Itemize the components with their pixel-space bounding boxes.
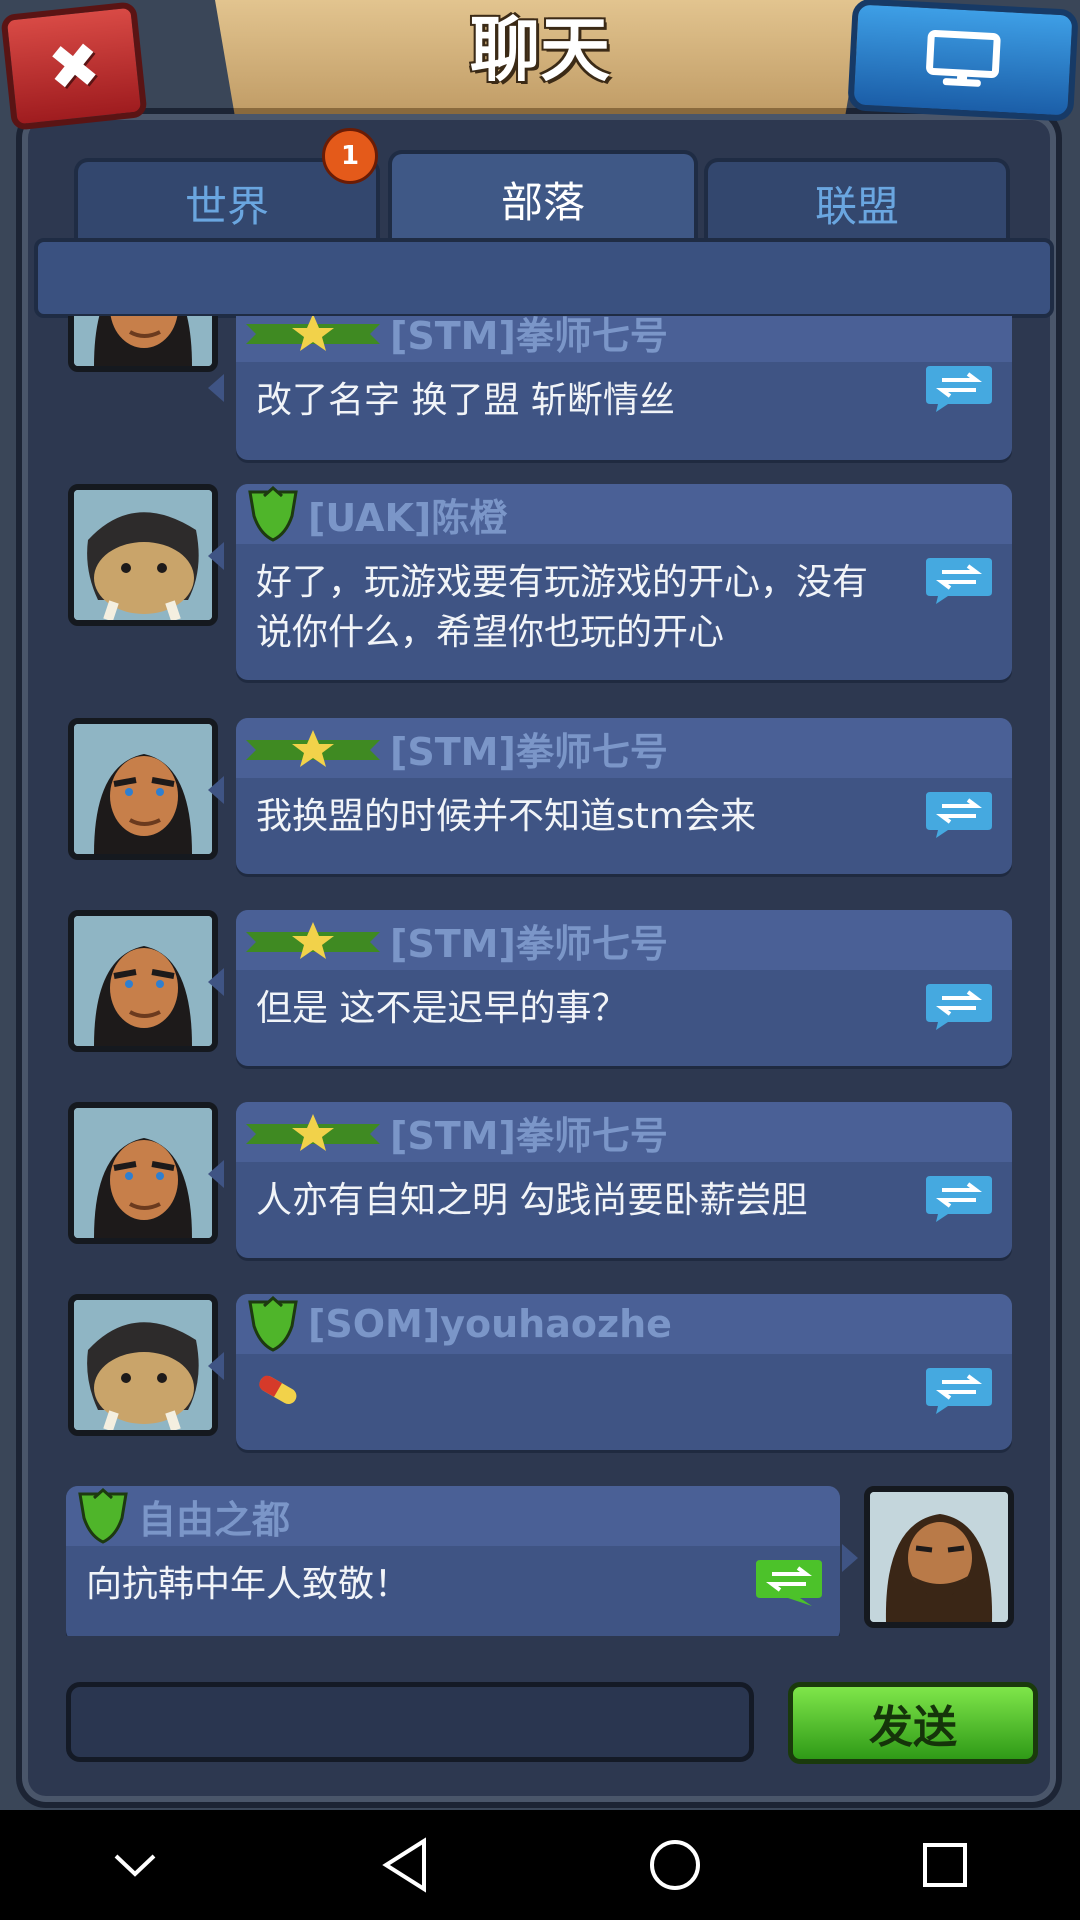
translate-icon[interactable]	[924, 788, 994, 840]
tab-world-label: 世界	[184, 181, 269, 231]
bubble-tail	[208, 776, 224, 804]
warrior-avatar-icon	[74, 316, 212, 366]
sender-name: [UAK]陈橙	[308, 495, 508, 540]
bubble-tail	[842, 1544, 858, 1572]
translate-icon[interactable]	[924, 362, 994, 414]
message-text: 好了，玩游戏要有玩游戏的开心，没有说你什么，希望你也玩的开心	[256, 562, 869, 653]
title-banner: 聊天	[215, 0, 865, 114]
translate-icon[interactable]	[924, 1364, 994, 1416]
tab-tribe[interactable]: 部落	[388, 150, 698, 244]
avatar[interactable]	[68, 718, 218, 860]
close-icon: ✖	[44, 26, 104, 106]
tab-alliance[interactable]: 联盟	[704, 158, 1010, 244]
translate-icon[interactable]	[924, 554, 994, 606]
nav-collapse-button[interactable]	[80, 1810, 190, 1920]
bubble-tail	[208, 542, 224, 570]
bubble-tail	[208, 1352, 224, 1380]
close-button[interactable]: ✖	[0, 1, 148, 131]
chevron-down-icon	[114, 1854, 156, 1877]
message-text: 但是 这不是迟早的事？	[256, 988, 628, 1029]
list-item: [STM]拳师七号 改了名字 换了盟 斩断情丝	[48, 316, 1034, 460]
pill-emoji-icon	[259, 1375, 297, 1404]
avatar[interactable]	[68, 484, 218, 626]
screen-button[interactable]	[847, 0, 1079, 122]
warrior-avatar-icon	[74, 724, 212, 854]
message-bubble: 自由之都 向抗韩中年人致敬！	[66, 1486, 840, 1636]
page-title: 聊天	[470, 8, 610, 91]
recents-square-icon	[923, 1843, 967, 1887]
rank-shield-icon	[78, 1488, 128, 1544]
message-header: 自由之都	[66, 1486, 840, 1546]
chat-input[interactable]	[66, 1682, 754, 1762]
avatar[interactable]	[68, 1102, 218, 1244]
message-bubble: [STM]拳师七号 改了名字 换了盟 斩断情丝	[236, 316, 1012, 460]
translate-icon[interactable]	[754, 1556, 824, 1608]
sender-name: 自由之都	[138, 1497, 291, 1542]
message-bubble: [STM]拳师七号 但是 这不是迟早的事？	[236, 910, 1012, 1066]
message-text: 人亦有自知之明 勾践尚要卧薪尝胆	[256, 1180, 808, 1221]
sender-name: [STM]拳师七号	[390, 1113, 668, 1158]
tab-tribe-label: 部落	[500, 177, 585, 227]
message-text: 我换盟的时候并不知道stm会来	[256, 796, 756, 837]
avatar[interactable]	[68, 1294, 218, 1436]
rank-star-icon	[246, 730, 380, 767]
bubble-tail	[208, 374, 224, 402]
message-header: [STM]拳师七号	[236, 718, 1012, 778]
message-bubble: [SOM]youhaozhe	[236, 1294, 1012, 1450]
list-item: [UAK]陈橙 好了，玩游戏要有玩游戏的开心，没有说你什么，希望你也玩的开心	[48, 484, 1034, 684]
chat-list[interactable]: [STM]拳师七号 改了名字 换了盟 斩断情丝 [UAK]陈橙 好了，玩游戏要有…	[48, 316, 1034, 1636]
message-header: [STM]拳师七号	[236, 1102, 1012, 1162]
rank-star-icon	[246, 1114, 380, 1151]
sender-name: [STM]拳师七号	[390, 729, 668, 774]
message-text: 向抗韩中年人致敬！	[86, 1564, 411, 1605]
list-item: [STM]拳师七号 但是 这不是迟早的事？	[48, 910, 1034, 1070]
monitor-icon	[926, 30, 1001, 87]
warrior-avatar-icon	[74, 1108, 212, 1238]
tab-alliance-label: 联盟	[814, 181, 899, 231]
system-navbar	[0, 1810, 1080, 1920]
rank-star-icon	[246, 316, 380, 351]
nav-recents-button[interactable]	[890, 1810, 1000, 1920]
back-triangle-icon	[382, 1837, 426, 1893]
bubble-tail	[208, 1160, 224, 1188]
translate-icon[interactable]	[924, 980, 994, 1032]
bubble-tail	[208, 968, 224, 996]
message-bubble: [STM]拳师七号 人亦有自知之明 勾践尚要卧薪尝胆	[236, 1102, 1012, 1258]
bearded-warrior-avatar-icon	[870, 1492, 1008, 1622]
message-bubble: [STM]拳师七号 我换盟的时候并不知道stm会来	[236, 718, 1012, 874]
avatar[interactable]	[864, 1486, 1014, 1628]
home-circle-icon	[650, 1840, 700, 1890]
message-header: [SOM]youhaozhe	[236, 1294, 1012, 1354]
own-message: 自由之都 向抗韩中年人致敬！	[48, 1486, 1034, 1636]
rank-shield-icon	[248, 486, 298, 542]
list-item: [STM]拳师七号 人亦有自知之明 勾践尚要卧薪尝胆	[48, 1102, 1034, 1262]
message-header: [STM]拳师七号	[236, 316, 1012, 362]
boar-avatar-icon	[74, 490, 212, 620]
avatar[interactable]	[68, 316, 218, 372]
message-header: [STM]拳师七号	[236, 910, 1012, 970]
sender-name: [STM]拳师七号	[390, 316, 668, 358]
sender-name: [STM]拳师七号	[390, 921, 668, 966]
warrior-avatar-icon	[74, 916, 212, 1046]
translate-icon[interactable]	[924, 1172, 994, 1224]
nav-back-button[interactable]	[350, 1810, 460, 1920]
message-text: 改了名字 换了盟 斩断情丝	[256, 380, 675, 421]
message-bubble: [UAK]陈橙 好了，玩游戏要有玩游戏的开心，没有说你什么，希望你也玩的开心	[236, 484, 1012, 680]
message-header: [UAK]陈橙	[236, 484, 1012, 544]
send-button[interactable]: 发送	[788, 1682, 1038, 1764]
rank-star-icon	[246, 922, 380, 959]
boar-avatar-icon	[74, 1300, 212, 1430]
rank-shield-icon	[248, 1296, 298, 1352]
list-item: [STM]拳师七号 我换盟的时候并不知道stm会来	[48, 718, 1034, 878]
tab-underbar	[34, 238, 1054, 318]
nav-home-button[interactable]	[620, 1810, 730, 1920]
notification-badge: 1	[322, 128, 378, 184]
avatar[interactable]	[68, 910, 218, 1052]
list-item: [SOM]youhaozhe	[48, 1294, 1034, 1454]
sender-name: [SOM]youhaozhe	[308, 1302, 672, 1346]
